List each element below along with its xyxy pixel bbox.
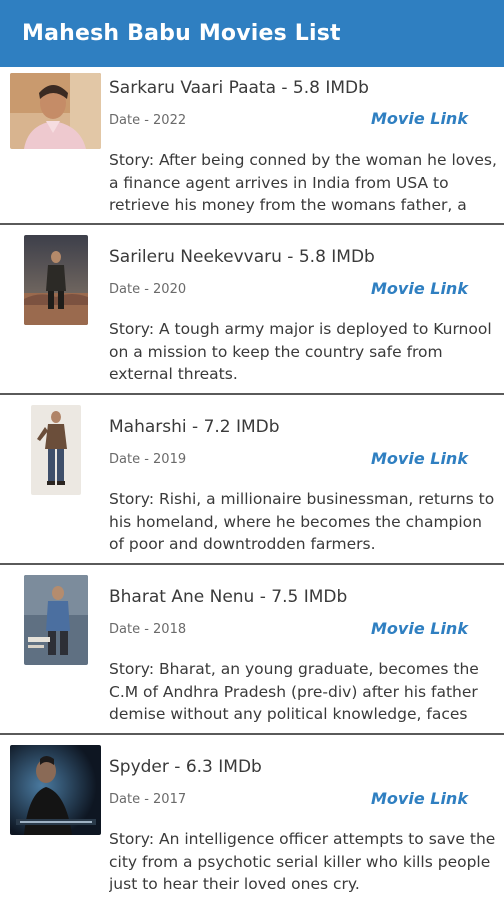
movie-poster-image xyxy=(10,745,101,835)
app-title: Mahesh Babu Movies List xyxy=(22,21,341,46)
movie-list-item[interactable]: Spyder - 6.3 IMDb Date - 2017 Movie Link… xyxy=(0,735,504,900)
movie-title: Maharshi - 7.2 IMDb xyxy=(109,417,280,437)
movie-story: Story: After being conned by the woman h… xyxy=(109,151,497,214)
movie-link[interactable]: Movie Link xyxy=(371,449,468,468)
movie-story: Story: Rishi, a millionaire businessman,… xyxy=(109,490,495,553)
movie-title: Bharat Ane Nenu - 7.5 IMDb xyxy=(109,587,348,607)
movie-list-item[interactable]: Bharat Ane Nenu - 7.5 IMDb Date - 2018 M… xyxy=(0,565,504,735)
app-bar: Mahesh Babu Movies List xyxy=(0,0,504,67)
movie-list-item[interactable]: Maharshi - 7.2 IMDb Date - 2019 Movie Li… xyxy=(0,395,504,565)
movie-date: Date - 2019 xyxy=(109,452,187,467)
movie-poster-image xyxy=(24,575,88,665)
movie-title: Spyder - 6.3 IMDb xyxy=(109,757,262,777)
movie-list-item[interactable]: Sarileru Neekevvaru - 5.8 IMDb Date - 20… xyxy=(0,225,504,395)
movie-date: Date - 2018 xyxy=(109,622,187,637)
movie-story: Story: An intelligence officer attempts … xyxy=(109,830,496,893)
movie-title: Sarileru Neekevvaru - 5.8 IMDb xyxy=(109,247,375,267)
movie-list-item[interactable]: Sarkaru Vaari Paata - 5.8 IMDb Date - 20… xyxy=(0,67,504,225)
movie-story: Story: A tough army major is deployed to… xyxy=(109,320,492,383)
movie-poster-image xyxy=(24,235,88,325)
movie-link[interactable]: Movie Link xyxy=(371,109,468,128)
movie-date: Date - 2017 xyxy=(109,792,187,807)
movie-story: Story: Bharat, an young graduate, become… xyxy=(109,660,479,723)
movie-poster-image xyxy=(10,73,101,149)
movie-link[interactable]: Movie Link xyxy=(371,619,468,638)
movie-poster-image xyxy=(31,405,81,495)
movie-list[interactable]: Sarkaru Vaari Paata - 5.8 IMDb Date - 20… xyxy=(0,67,504,900)
movie-link[interactable]: Movie Link xyxy=(371,789,468,808)
movie-date: Date - 2020 xyxy=(109,282,187,297)
movie-date: Date - 2022 xyxy=(109,113,187,128)
movie-title: Sarkaru Vaari Paata - 5.8 IMDb xyxy=(109,78,369,98)
movie-link[interactable]: Movie Link xyxy=(371,279,468,298)
